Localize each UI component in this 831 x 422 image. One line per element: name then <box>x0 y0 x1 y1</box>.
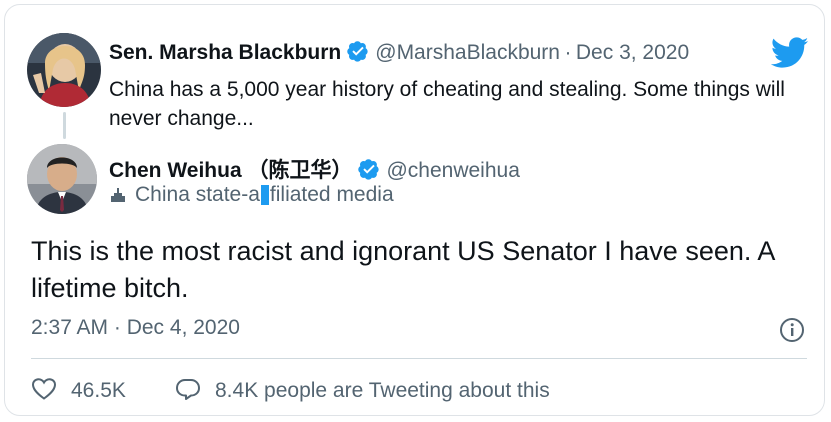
author-handle[interactable]: @chenweihua <box>386 159 519 182</box>
tweeting-about-action[interactable]: 8.4K people are Tweeting about this <box>175 377 550 403</box>
quoted-tweet-text: China has a 5,000 year history of cheati… <box>109 78 785 130</box>
info-icon[interactable] <box>779 317 805 343</box>
verified-badge-icon <box>358 159 380 180</box>
thread-connector <box>63 112 66 139</box>
separator-dot: · <box>564 41 572 64</box>
tweet-card: Sen. Marsha Blackburn @MarshaBlackburn · … <box>4 4 825 416</box>
affiliation-text-start: China state-a <box>135 183 260 206</box>
quoted-author-avatar[interactable] <box>27 33 101 107</box>
verified-badge-icon <box>347 41 368 62</box>
quoted-author-name[interactable]: Sen. Marsha Blackburn <box>109 41 341 64</box>
affiliation-text-end: filiated media <box>269 183 394 206</box>
affiliation-label[interactable]: China state-a filiated media <box>109 183 394 207</box>
like-count: 46.5K <box>71 379 126 402</box>
quoted-tweet-date[interactable]: Dec 3, 2020 <box>576 41 689 64</box>
divider <box>31 358 807 359</box>
author-name[interactable]: Chen Weihua （陈卫华） <box>109 159 352 182</box>
author-line: Chen Weihua （陈卫华） @chenweihua <box>109 154 520 184</box>
twitter-bird-icon[interactable] <box>771 37 809 69</box>
tweeting-about-text: 8.4K people are Tweeting about this <box>215 379 550 402</box>
tweet-timestamp[interactable]: 2:37 AM · Dec 4, 2020 <box>31 316 240 340</box>
podium-icon <box>111 188 125 202</box>
heart-icon[interactable] <box>31 377 57 401</box>
quoted-author-handle[interactable]: @MarshaBlackburn <box>375 41 560 64</box>
speech-bubble-icon[interactable] <box>175 377 201 401</box>
text-cursor <box>260 185 269 205</box>
author-avatar[interactable] <box>27 144 97 214</box>
quoted-author-line: Sen. Marsha Blackburn @MarshaBlackburn · … <box>109 40 689 65</box>
like-action[interactable]: 46.5K <box>31 377 126 403</box>
tweet-text: This is the most racist and ignorant US … <box>31 236 774 303</box>
